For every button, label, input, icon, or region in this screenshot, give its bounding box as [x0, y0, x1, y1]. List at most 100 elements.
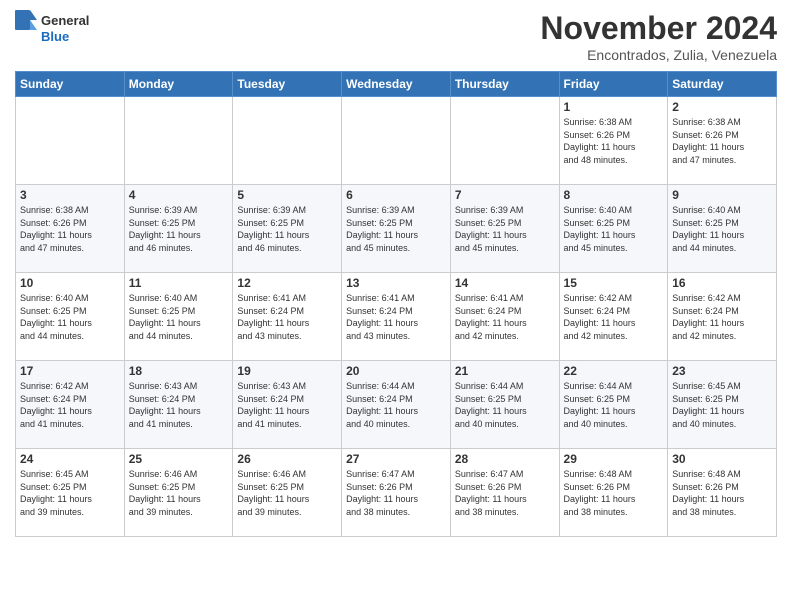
cell-info: Sunrise: 6:38 AM Sunset: 6:26 PM Dayligh…	[672, 116, 772, 166]
calendar-cell: 26 Sunrise: 6:46 AM Sunset: 6:25 PM Dayli…	[233, 449, 342, 537]
cell-info: Sunrise: 6:46 AM Sunset: 6:25 PM Dayligh…	[129, 468, 229, 518]
day-number: 21	[455, 364, 555, 378]
cell-info: Sunrise: 6:41 AM Sunset: 6:24 PM Dayligh…	[455, 292, 555, 342]
cell-info: Sunrise: 6:44 AM Sunset: 6:25 PM Dayligh…	[455, 380, 555, 430]
calendar-cell: 4 Sunrise: 6:39 AM Sunset: 6:25 PM Daylig…	[124, 185, 233, 273]
day-number: 30	[672, 452, 772, 466]
calendar-week-row: 24 Sunrise: 6:45 AM Sunset: 6:25 PM Dayli…	[16, 449, 777, 537]
day-number: 13	[346, 276, 446, 290]
day-number: 22	[564, 364, 664, 378]
header: General Blue November 2024 Encontrados, …	[15, 10, 777, 63]
header-monday: Monday	[124, 72, 233, 97]
header-wednesday: Wednesday	[342, 72, 451, 97]
calendar-cell: 24 Sunrise: 6:45 AM Sunset: 6:25 PM Dayli…	[16, 449, 125, 537]
calendar-header-row: Sunday Monday Tuesday Wednesday Thursday…	[16, 72, 777, 97]
calendar-cell: 15Sunrise: 6:42 AM Sunset: 6:24 PM Dayli…	[559, 273, 668, 361]
header-tuesday: Tuesday	[233, 72, 342, 97]
calendar-cell	[233, 97, 342, 185]
calendar-cell: 25 Sunrise: 6:46 AM Sunset: 6:25 PM Dayli…	[124, 449, 233, 537]
cell-info: Sunrise: 6:41 AM Sunset: 6:24 PM Dayligh…	[237, 292, 337, 342]
cell-info: Sunrise: 6:39 AM Sunset: 6:25 PM Dayligh…	[455, 204, 555, 254]
logo: General Blue	[15, 10, 89, 48]
calendar-cell: 9 Sunrise: 6:40 AM Sunset: 6:25 PM Daylig…	[668, 185, 777, 273]
cell-info: Sunrise: 6:42 AM Sunset: 6:24 PM Dayligh…	[672, 292, 772, 342]
day-number: 14	[455, 276, 555, 290]
calendar-cell: 7 Sunrise: 6:39 AM Sunset: 6:25 PM Daylig…	[450, 185, 559, 273]
day-number: 25	[129, 452, 229, 466]
calendar-cell	[16, 97, 125, 185]
month-title: November 2024	[540, 10, 777, 47]
day-number: 2	[672, 100, 772, 114]
cell-info: Sunrise: 6:39 AM Sunset: 6:25 PM Dayligh…	[129, 204, 229, 254]
cell-info: Sunrise: 6:40 AM Sunset: 6:25 PM Dayligh…	[20, 292, 120, 342]
calendar-cell: 27Sunrise: 6:47 AM Sunset: 6:26 PM Dayli…	[342, 449, 451, 537]
day-number: 11	[129, 276, 229, 290]
day-number: 12	[237, 276, 337, 290]
calendar-cell: 14 Sunrise: 6:41 AM Sunset: 6:24 PM Dayli…	[450, 273, 559, 361]
calendar-cell: 30Sunrise: 6:48 AM Sunset: 6:26 PM Dayli…	[668, 449, 777, 537]
day-number: 4	[129, 188, 229, 202]
day-number: 5	[237, 188, 337, 202]
day-number: 6	[346, 188, 446, 202]
calendar-cell	[124, 97, 233, 185]
calendar-cell	[342, 97, 451, 185]
calendar-cell: 12 Sunrise: 6:41 AM Sunset: 6:24 PM Dayli…	[233, 273, 342, 361]
calendar-cell: 8Sunrise: 6:40 AM Sunset: 6:25 PM Daylig…	[559, 185, 668, 273]
calendar-cell: 16 Sunrise: 6:42 AM Sunset: 6:24 PM Dayli…	[668, 273, 777, 361]
header-thursday: Thursday	[450, 72, 559, 97]
day-number: 9	[672, 188, 772, 202]
calendar-cell: 29 Sunrise: 6:48 AM Sunset: 6:26 PM Dayli…	[559, 449, 668, 537]
calendar-cell: 17Sunrise: 6:42 AM Sunset: 6:24 PM Dayli…	[16, 361, 125, 449]
title-section: November 2024 Encontrados, Zulia, Venezu…	[540, 10, 777, 63]
day-number: 20	[346, 364, 446, 378]
cell-info: Sunrise: 6:40 AM Sunset: 6:25 PM Dayligh…	[672, 204, 772, 254]
logo-blue: Blue	[41, 29, 89, 45]
header-saturday: Saturday	[668, 72, 777, 97]
day-number: 23	[672, 364, 772, 378]
calendar-cell: 28Sunrise: 6:47 AM Sunset: 6:26 PM Dayli…	[450, 449, 559, 537]
calendar-cell: 1 Sunrise: 6:38 AM Sunset: 6:26 PM Daylig…	[559, 97, 668, 185]
calendar-cell: 22Sunrise: 6:44 AM Sunset: 6:25 PM Dayli…	[559, 361, 668, 449]
calendar-week-row: 10 Sunrise: 6:40 AM Sunset: 6:25 PM Dayli…	[16, 273, 777, 361]
cell-info: Sunrise: 6:43 AM Sunset: 6:24 PM Dayligh…	[237, 380, 337, 430]
cell-info: Sunrise: 6:47 AM Sunset: 6:26 PM Dayligh…	[455, 468, 555, 518]
calendar-cell	[450, 97, 559, 185]
cell-info: Sunrise: 6:40 AM Sunset: 6:25 PM Dayligh…	[564, 204, 664, 254]
calendar-week-row: 1 Sunrise: 6:38 AM Sunset: 6:26 PM Daylig…	[16, 97, 777, 185]
cell-info: Sunrise: 6:38 AM Sunset: 6:26 PM Dayligh…	[20, 204, 120, 254]
day-number: 3	[20, 188, 120, 202]
day-number: 1	[564, 100, 664, 114]
cell-info: Sunrise: 6:48 AM Sunset: 6:26 PM Dayligh…	[564, 468, 664, 518]
day-number: 24	[20, 452, 120, 466]
cell-info: Sunrise: 6:38 AM Sunset: 6:26 PM Dayligh…	[564, 116, 664, 166]
calendar-cell: 13 Sunrise: 6:41 AM Sunset: 6:24 PM Dayli…	[342, 273, 451, 361]
header-friday: Friday	[559, 72, 668, 97]
calendar-cell: 6Sunrise: 6:39 AM Sunset: 6:25 PM Daylig…	[342, 185, 451, 273]
page: General Blue November 2024 Encontrados, …	[0, 0, 792, 612]
calendar-cell: 5 Sunrise: 6:39 AM Sunset: 6:25 PM Daylig…	[233, 185, 342, 273]
logo-svg	[15, 10, 37, 48]
day-number: 18	[129, 364, 229, 378]
calendar-week-row: 3 Sunrise: 6:38 AM Sunset: 6:26 PM Daylig…	[16, 185, 777, 273]
calendar-table: Sunday Monday Tuesday Wednesday Thursday…	[15, 71, 777, 537]
cell-info: Sunrise: 6:46 AM Sunset: 6:25 PM Dayligh…	[237, 468, 337, 518]
header-sunday: Sunday	[16, 72, 125, 97]
cell-info: Sunrise: 6:44 AM Sunset: 6:24 PM Dayligh…	[346, 380, 446, 430]
day-number: 16	[672, 276, 772, 290]
cell-info: Sunrise: 6:45 AM Sunset: 6:25 PM Dayligh…	[20, 468, 120, 518]
cell-info: Sunrise: 6:47 AM Sunset: 6:26 PM Dayligh…	[346, 468, 446, 518]
cell-info: Sunrise: 6:41 AM Sunset: 6:24 PM Dayligh…	[346, 292, 446, 342]
day-number: 7	[455, 188, 555, 202]
calendar-cell: 10 Sunrise: 6:40 AM Sunset: 6:25 PM Dayli…	[16, 273, 125, 361]
day-number: 10	[20, 276, 120, 290]
day-number: 17	[20, 364, 120, 378]
calendar-cell: 21 Sunrise: 6:44 AM Sunset: 6:25 PM Dayli…	[450, 361, 559, 449]
calendar-cell: 19Sunrise: 6:43 AM Sunset: 6:24 PM Dayli…	[233, 361, 342, 449]
calendar-cell: 20 Sunrise: 6:44 AM Sunset: 6:24 PM Dayli…	[342, 361, 451, 449]
calendar-cell: 11Sunrise: 6:40 AM Sunset: 6:25 PM Dayli…	[124, 273, 233, 361]
calendar-week-row: 17Sunrise: 6:42 AM Sunset: 6:24 PM Dayli…	[16, 361, 777, 449]
day-number: 29	[564, 452, 664, 466]
cell-info: Sunrise: 6:39 AM Sunset: 6:25 PM Dayligh…	[237, 204, 337, 254]
calendar-cell: 23Sunrise: 6:45 AM Sunset: 6:25 PM Dayli…	[668, 361, 777, 449]
day-number: 26	[237, 452, 337, 466]
